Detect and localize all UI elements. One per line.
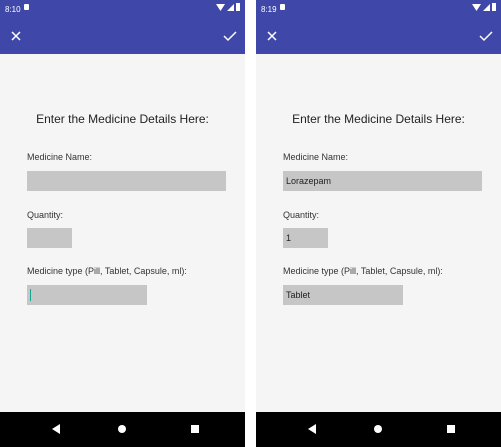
status-icons [216,3,240,11]
form-content: Enter the Medicine Details Here: Medicin… [256,54,501,412]
close-icon[interactable] [266,30,278,42]
quantity-label: Quantity: [283,210,320,220]
status-time: 8:19 [261,5,277,14]
status-icons [472,3,496,11]
text-cursor [30,289,31,301]
medicine-type-input[interactable]: Tablet [283,285,403,305]
close-icon[interactable] [10,30,22,42]
nav-recents-icon[interactable] [447,425,455,433]
app-bar [0,18,245,54]
medicine-type-label: Medicine type (Pill, Tablet, Capsule, ml… [283,266,443,276]
medicine-name-input[interactable]: Lorazepam [283,171,482,191]
nav-home-icon[interactable] [374,425,382,433]
navigation-bar [256,412,501,447]
medicine-type-input[interactable] [27,285,147,305]
quantity-input[interactable]: 1 [283,228,328,248]
sd-card-icon [24,4,29,10]
nav-recents-icon[interactable] [191,425,199,433]
check-icon[interactable] [223,30,237,42]
medicine-name-label: Medicine Name: [283,152,349,162]
wifi-icon [216,3,225,11]
medicine-name-label: Medicine Name: [27,152,93,162]
status-bar: 8:19 [256,0,501,18]
medicine-name-input[interactable] [27,171,226,191]
battery-icon [236,3,240,11]
quantity-label: Quantity: [27,210,64,220]
phone-screen-right: 8:19 Enter the Medicine Details Here: Me… [256,0,501,447]
nav-back-icon[interactable] [52,424,60,434]
page-title: Enter the Medicine Details Here: [292,112,465,126]
status-bar: 8:10 [0,0,245,18]
battery-icon [492,3,496,11]
signal-icon [227,3,234,11]
check-icon[interactable] [479,30,493,42]
wifi-icon [472,3,481,11]
navigation-bar [0,412,245,447]
app-bar [256,18,501,54]
phone-screen-left: 8:10 Enter the Medicine Details Here: Me… [0,0,245,447]
page-title: Enter the Medicine Details Here: [36,112,209,126]
quantity-input[interactable] [27,228,72,248]
status-time: 8:10 [5,5,21,14]
form-content: Enter the Medicine Details Here: Medicin… [0,54,245,412]
signal-icon [483,3,490,11]
nav-back-icon[interactable] [308,424,316,434]
medicine-type-label: Medicine type (Pill, Tablet, Capsule, ml… [27,266,187,276]
nav-home-icon[interactable] [118,425,126,433]
sd-card-icon [280,4,285,10]
